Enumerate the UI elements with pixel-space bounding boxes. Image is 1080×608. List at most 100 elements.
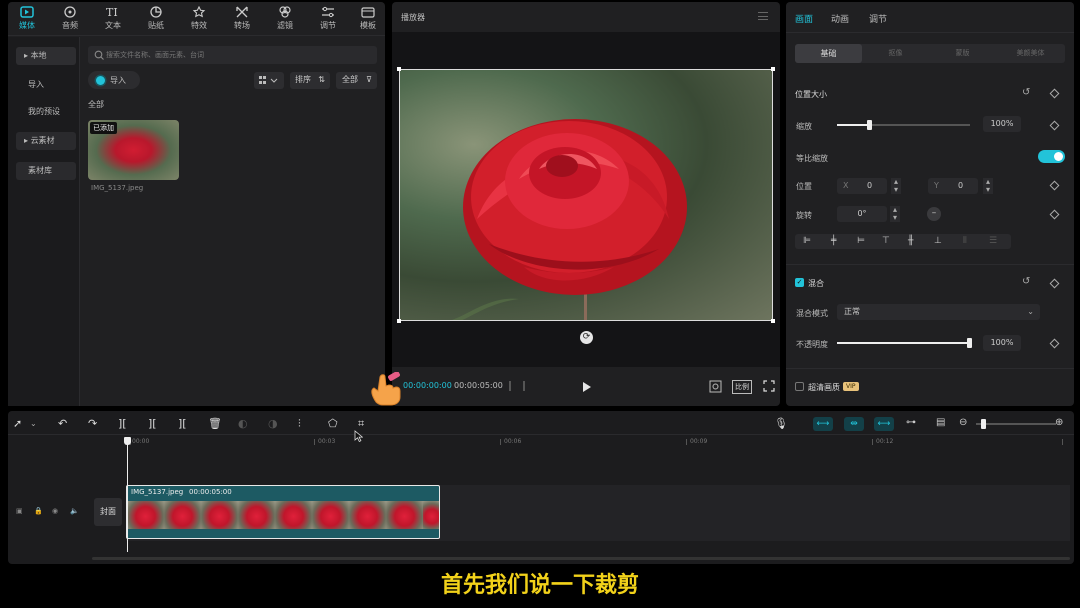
rotate-handle-icon[interactable]: ⟳: [580, 331, 593, 344]
caption-icon[interactable]: ▤: [936, 417, 950, 431]
sidebar-item-import[interactable]: 导入: [16, 76, 76, 94]
timeline-toggle-icon[interactable]: [509, 381, 525, 391]
keyframe-icon[interactable]: [1049, 180, 1060, 191]
reset-icon[interactable]: ↺: [1022, 276, 1030, 287]
subtab-keying[interactable]: 抠像: [862, 44, 929, 63]
microphone-icon[interactable]: 🎙: [774, 417, 788, 431]
align-bottom-icon[interactable]: ⊥: [934, 236, 942, 246]
filter-button[interactable]: 全部 ⊽: [336, 72, 377, 89]
reverse-icon[interactable]: ◑: [268, 417, 282, 431]
tab-media[interactable]: 媒体: [10, 6, 44, 31]
resize-handle-tl[interactable]: [397, 67, 401, 71]
tab-effects[interactable]: 特效: [182, 6, 216, 31]
tab-adjust-props[interactable]: 调节: [869, 12, 887, 25]
position-x-field[interactable]: X0: [837, 178, 887, 194]
timeline-ruler[interactable]: 00:00 00:03 00:06 00:09 00:12: [92, 436, 1074, 448]
timeline-clip[interactable]: IMG_5137.jpeg 00:00:05:00: [126, 485, 440, 539]
sidebar-item-presets[interactable]: 我的预设: [16, 103, 76, 121]
x-stepper[interactable]: ▴ ▾: [891, 178, 901, 194]
freeze-icon[interactable]: ◐: [238, 417, 252, 431]
media-clip-thumbnail[interactable]: 已添加: [88, 120, 179, 180]
rotate-icon[interactable]: ⬠: [328, 417, 342, 431]
tab-text[interactable]: TI 文本: [96, 6, 130, 31]
opacity-slider-knob[interactable]: [967, 338, 972, 348]
menu-icon[interactable]: [758, 12, 768, 20]
keyframe-icon[interactable]: [1049, 209, 1060, 220]
scale-slider-knob[interactable]: [867, 120, 872, 130]
keyframe-icon[interactable]: [1049, 120, 1060, 131]
tab-picture[interactable]: 画面: [795, 12, 813, 25]
scale-value-field[interactable]: 100%: [983, 116, 1021, 132]
hd-checkbox[interactable]: [795, 382, 804, 391]
crop-icon[interactable]: ⌗: [358, 417, 372, 431]
search-input[interactable]: 搜索文件名称、画面元素、台词: [88, 46, 377, 64]
align-top-icon[interactable]: ⊤: [882, 236, 890, 246]
tab-transition[interactable]: 转场: [225, 6, 259, 31]
resize-handle-bl[interactable]: [397, 319, 401, 323]
tab-adjust[interactable]: 调节: [311, 6, 345, 31]
ratio-button[interactable]: 比例: [732, 380, 752, 394]
lock-icon[interactable]: 🔒: [34, 507, 43, 515]
select-tool-icon[interactable]: ➚: [13, 417, 27, 431]
align-left-icon[interactable]: ⊫: [803, 236, 811, 246]
opacity-value-field[interactable]: 100%: [983, 335, 1021, 351]
rotate-field[interactable]: 0°: [837, 206, 887, 222]
y-stepper[interactable]: ▴ ▾: [983, 178, 993, 194]
tab-template[interactable]: 模板: [351, 6, 385, 31]
tab-animation[interactable]: 动画: [831, 12, 849, 25]
zoom-slider[interactable]: [976, 419, 1056, 429]
resize-handle-br[interactable]: [771, 319, 775, 323]
link-icon[interactable]: ⊶: [906, 417, 920, 431]
sort-button[interactable]: 排序 ⇅: [290, 72, 330, 89]
zoom-in-icon[interactable]: ⊕: [1055, 417, 1069, 431]
play-icon[interactable]: [582, 382, 591, 392]
view-mode-button[interactable]: [254, 72, 284, 89]
align-center-h-icon[interactable]: ╪: [831, 236, 836, 246]
resize-handle-tr[interactable]: [771, 67, 775, 71]
subtab-mask[interactable]: 蒙版: [929, 44, 996, 63]
split-left-icon[interactable]: ][: [148, 417, 162, 431]
align-center-v-icon[interactable]: ╫: [908, 236, 913, 246]
import-button[interactable]: 导入: [88, 71, 140, 89]
link-main-track-icon[interactable]: ⟷: [813, 417, 833, 431]
zoom-out-icon[interactable]: ⊖: [959, 417, 973, 431]
distribute-v-icon[interactable]: ☰: [989, 236, 997, 246]
redo-icon[interactable]: ↷: [88, 417, 102, 431]
mirror-icon[interactable]: ⫶: [298, 417, 312, 431]
fullscreen-icon[interactable]: [763, 380, 775, 392]
preview-selection-frame[interactable]: [399, 69, 773, 321]
fit-view-icon[interactable]: [709, 380, 722, 393]
keyframe-icon[interactable]: [1049, 338, 1060, 349]
chevron-down-icon[interactable]: ⌄: [30, 419, 44, 433]
delete-icon[interactable]: 🗑: [208, 417, 222, 431]
blend-mode-select[interactable]: 正常 ⌄: [837, 304, 1040, 320]
keyframe-icon[interactable]: [1049, 88, 1060, 99]
preview-axis-icon[interactable]: ⇹: [844, 417, 864, 431]
split-right-icon[interactable]: ][: [178, 417, 192, 431]
blend-checkbox[interactable]: ✓: [795, 278, 804, 287]
tab-filter[interactable]: 滤镜: [268, 6, 302, 31]
playhead[interactable]: [124, 437, 131, 552]
keyframe-icon[interactable]: [1049, 278, 1060, 289]
mute-icon[interactable]: 🔈: [70, 507, 79, 515]
sidebar-item-library[interactable]: 素材库: [16, 162, 76, 180]
align-right-icon[interactable]: ⊨: [857, 236, 865, 246]
eye-icon[interactable]: ◉: [52, 507, 58, 515]
tab-sticker[interactable]: 贴纸: [139, 6, 173, 31]
uniform-scale-toggle[interactable]: [1038, 150, 1065, 163]
rotate-stepper[interactable]: ▴ ▾: [890, 206, 900, 222]
opacity-slider[interactable]: [837, 338, 972, 348]
reset-icon[interactable]: ↺: [1022, 87, 1030, 98]
position-y-field[interactable]: Y0: [928, 178, 978, 194]
subtab-basic[interactable]: 基础: [795, 44, 862, 63]
rotate-dial-icon[interactable]: –: [927, 207, 941, 221]
cover-button[interactable]: 封面: [94, 498, 122, 526]
sidebar-item-cloud[interactable]: ▸ 云素材: [16, 132, 76, 150]
subtab-beauty[interactable]: 美颜美体: [996, 44, 1065, 63]
scale-slider[interactable]: [837, 120, 970, 130]
split-icon[interactable]: ][: [118, 417, 132, 431]
zoom-slider-knob[interactable]: [981, 419, 986, 429]
distribute-h-icon[interactable]: ⫴: [963, 236, 967, 246]
snap-icon[interactable]: ⟷: [874, 417, 894, 431]
sidebar-item-local[interactable]: ▸ 本地: [16, 47, 76, 65]
